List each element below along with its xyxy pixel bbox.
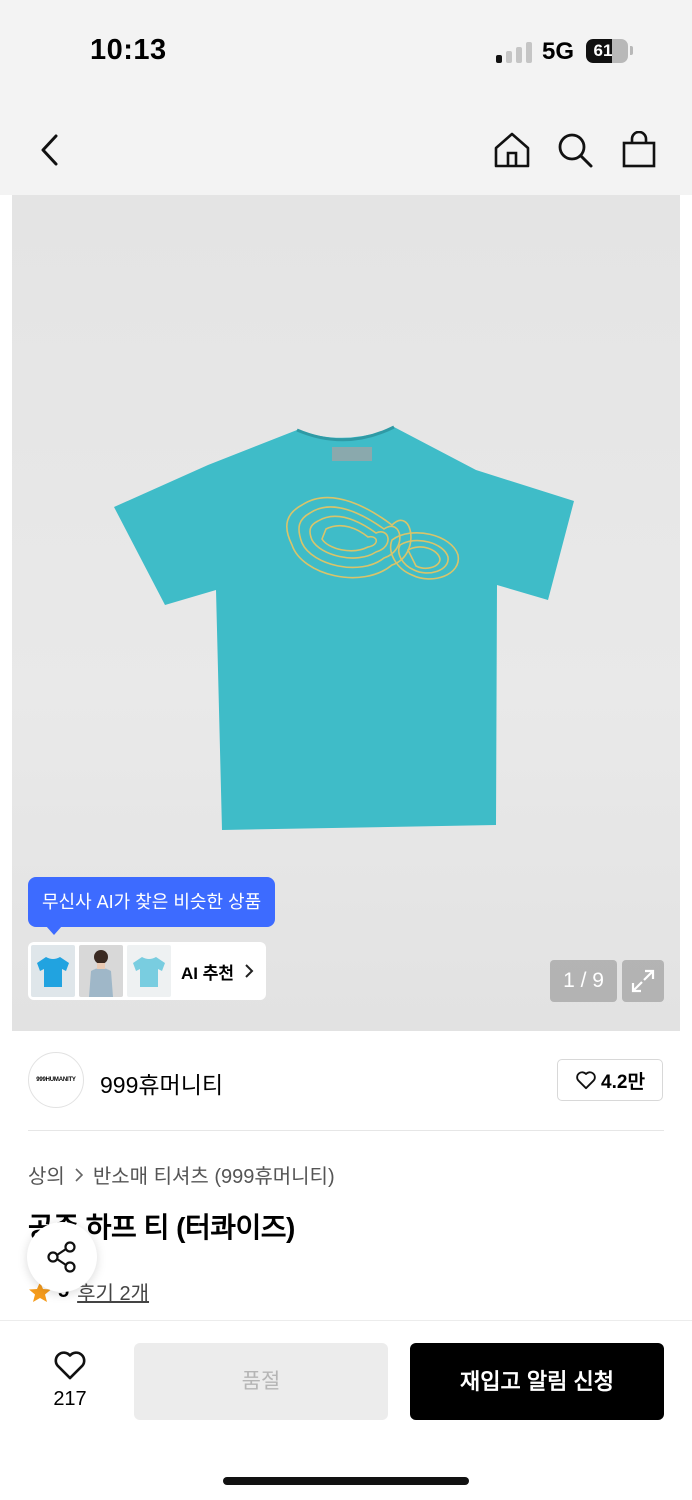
share-button[interactable]: [27, 1222, 97, 1292]
product-image-gallery[interactable]: 무신사 AI가 찾은 비슷한 상품 AI 추천 1 / 9: [12, 195, 680, 1031]
cart-button[interactable]: [615, 126, 663, 174]
breadcrumb-category[interactable]: 상의: [28, 1160, 65, 1189]
divider: [28, 1130, 664, 1131]
search-button[interactable]: [551, 126, 599, 174]
heart-icon: [576, 1071, 596, 1090]
restock-alert-button[interactable]: 재입고 알림 신청: [410, 1343, 664, 1420]
ai-similar-tooltip: 무신사 AI가 찾은 비슷한 상품: [28, 877, 276, 935]
share-icon: [47, 1241, 76, 1273]
brand-like-button[interactable]: 4.2만: [557, 1059, 663, 1101]
home-indicator: [223, 1477, 469, 1485]
home-button[interactable]: [488, 126, 536, 174]
brand-name[interactable]: 999휴머니티: [100, 1066, 223, 1100]
expand-image-button[interactable]: [622, 960, 664, 1002]
bottom-action-bar: 217 품절 재입고 알림 신청: [0, 1320, 692, 1500]
status-time: 10:13: [90, 34, 167, 66]
brand-logo[interactable]: 999HUMANITY: [28, 1052, 84, 1108]
similar-item-thumb-2[interactable]: [79, 945, 123, 997]
brand-like-count: 4.2만: [601, 1071, 645, 1093]
wishlist-button[interactable]: 217: [40, 1349, 100, 1411]
battery-level: 61: [593, 41, 613, 60]
signal-icon: [496, 41, 534, 63]
back-button[interactable]: [26, 126, 74, 174]
review-count-link[interactable]: 후기 2개: [77, 1277, 149, 1306]
product-tshirt-image: [114, 425, 574, 830]
breadcrumb: 상의 반소매 티셔츠 (999휴머니티): [28, 1160, 335, 1189]
heart-icon: [54, 1351, 86, 1380]
ai-recommend-strip[interactable]: AI 추천: [28, 942, 266, 1000]
similar-item-thumb-1[interactable]: [31, 945, 75, 997]
back-icon: [41, 134, 58, 166]
breadcrumb-subcategory[interactable]: 반소매 티셔츠 (999휴머니티): [93, 1160, 335, 1189]
wishlist-count: 217: [53, 1388, 87, 1410]
home-icon: [494, 132, 530, 168]
search-icon: [558, 133, 593, 168]
soldout-button: 품절: [134, 1343, 388, 1420]
battery-icon: 61: [586, 39, 628, 63]
chevron-right-icon: [245, 964, 254, 978]
bag-icon: [622, 131, 656, 168]
expand-icon: [631, 969, 655, 993]
chevron-right-icon: [75, 1167, 83, 1182]
status-bar: 10:13 5G 61: [0, 0, 692, 100]
ai-recommend-label: AI 추천: [181, 963, 235, 983]
network-type: 5G: [542, 38, 575, 65]
top-nav: [0, 100, 692, 195]
similar-item-thumb-3[interactable]: [127, 945, 171, 997]
image-page-counter: 1 / 9: [550, 960, 617, 1002]
